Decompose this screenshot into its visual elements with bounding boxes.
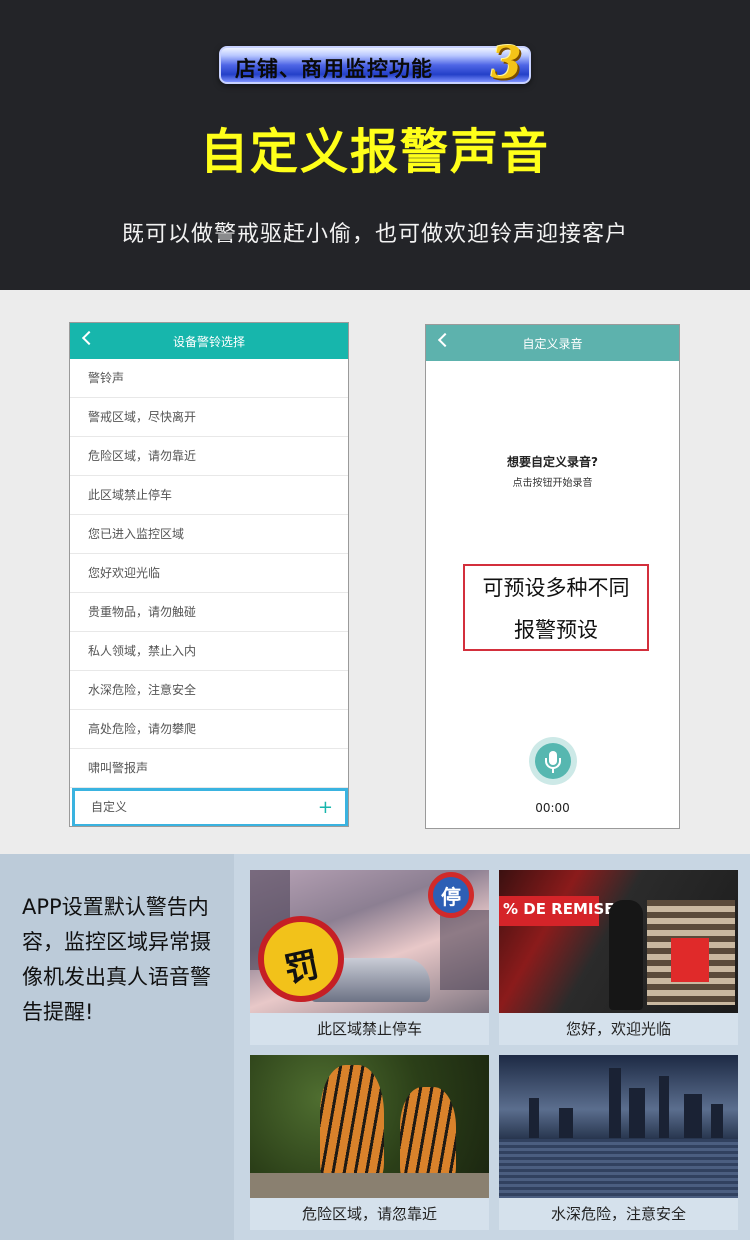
- alarm-option[interactable]: 啸叫警报声: [70, 749, 348, 788]
- alarm-select-header: 设备警铃选择: [70, 323, 348, 359]
- alarm-option[interactable]: 警戒区域，尽快离开: [70, 398, 348, 437]
- building-shape: [559, 1108, 573, 1138]
- alarm-option[interactable]: 您好欢迎光临: [70, 554, 348, 593]
- scene-caption: 危险区域，请忽靠近: [250, 1198, 489, 1230]
- scene-tile-danger-zone: 危险区域，请忽靠近: [250, 1055, 489, 1230]
- alarm-select-screen: 设备警铃选择 警铃声 警戒区域，尽快离开 危险区域，请勿靠近 此区域禁止停车 您…: [69, 322, 349, 827]
- alarm-option[interactable]: 贵重物品，请勿触碰: [70, 593, 348, 632]
- scene-caption: 您好，欢迎光临: [499, 1013, 738, 1045]
- feature-badge-number: 3: [491, 38, 522, 89]
- custom-recording-screen: 自定义录音 想要自定义录音? 点击按钮开始录音 可预设多种不同 报警预设 00:…: [425, 324, 680, 829]
- page-subtitle: 既可以做警戒驱赶小偷，也可做欢迎铃声迎接客户: [121, 222, 628, 247]
- person-silhouette: [609, 900, 643, 1010]
- building-shape: [529, 1098, 539, 1138]
- scene-tile-deep-water: 水深危险，注意安全: [499, 1055, 738, 1230]
- scene-caption: 此区域禁止停车: [250, 1013, 489, 1045]
- building-shape: [711, 1104, 723, 1138]
- record-button-inner: [535, 743, 571, 779]
- description-panel: APP设置默认警告内容，监控区域异常摄像机发出真人语音警告提醒!: [0, 854, 234, 1240]
- building-shape: [440, 910, 489, 990]
- fine-stamp-glyph: 罚: [280, 944, 323, 992]
- alarm-option[interactable]: 警铃声: [70, 359, 348, 398]
- alarm-list: 警铃声 警戒区域，尽快离开 危险区域，请勿靠近 此区域禁止停车 您已进入监控区域…: [70, 359, 348, 826]
- water-surface: [499, 1139, 738, 1198]
- building-shape: [609, 1068, 621, 1138]
- alarm-option[interactable]: 危险区域，请勿靠近: [70, 437, 348, 476]
- rock-ground: [250, 1173, 489, 1198]
- store-banner: % DE REMISE: [499, 896, 615, 926]
- hero-banner: 店铺、商用监控功能 3 自定义报警声音 既可以做警戒驱赶小偷，也可做欢迎铃声迎接…: [0, 0, 750, 290]
- recording-prompt-title: 想要自定义录音?: [507, 455, 598, 469]
- no-parking-sign-glyph: 停: [441, 885, 461, 909]
- alarm-option[interactable]: 您已进入监控区域: [70, 515, 348, 554]
- building-shape: [659, 1076, 669, 1138]
- tiger-shape: [320, 1065, 384, 1187]
- scene-tile-welcome: % DE REMISE 您好，欢迎光临: [499, 870, 738, 1045]
- voice-warning-section: APP设置默认警告内容，监控区域异常摄像机发出真人语音警告提醒! 停 罚 此区域…: [0, 854, 750, 1240]
- scene-tile-no-parking: 停 罚 此区域禁止停车: [250, 870, 489, 1045]
- scene-caption: 水深危险，注意安全: [499, 1198, 738, 1230]
- alarm-option[interactable]: 私人领域，禁止入内: [70, 632, 348, 671]
- record-button[interactable]: [529, 737, 577, 785]
- recording-timer: 00:00: [535, 801, 570, 815]
- custom-alarm-option[interactable]: 自定义 +: [72, 788, 348, 826]
- building-shape: [629, 1088, 645, 1138]
- feature-badge: 店铺、商用监控功能 3: [219, 38, 531, 89]
- recording-title: 自定义录音: [522, 337, 583, 351]
- store-scene-image: % DE REMISE: [499, 870, 738, 1013]
- preset-callout-line1: 可预设多种不同: [482, 576, 630, 600]
- street-scene-image: 停 罚: [250, 870, 489, 1013]
- sale-sign-shape: [671, 938, 709, 982]
- city-water-scene-image: [499, 1055, 738, 1198]
- alarm-option[interactable]: 水深危险，注意安全: [70, 671, 348, 710]
- alarm-option[interactable]: 高处危险，请勿攀爬: [70, 710, 348, 749]
- feature-badge-text: 店铺、商用监控功能: [235, 57, 433, 81]
- alarm-option[interactable]: 此区域禁止停车: [70, 476, 348, 515]
- plus-icon[interactable]: +: [318, 791, 333, 824]
- building-shape: [684, 1094, 702, 1138]
- custom-alarm-label: 自定义: [91, 800, 128, 814]
- feature-description: APP设置默认警告内容，监控区域异常摄像机发出真人语音警告提醒!: [22, 895, 211, 1024]
- preset-callout-line2: 报警预设: [514, 618, 598, 642]
- recording-prompt-subtitle: 点击按钮开始录音: [512, 478, 593, 489]
- no-parking-sign-icon: 停: [428, 872, 474, 918]
- microphone-icon: [545, 751, 561, 773]
- alarm-select-title: 设备警铃选择: [172, 335, 245, 349]
- tiger-shape: [400, 1087, 456, 1187]
- store-banner-text: % DE REMISE: [503, 900, 615, 918]
- page-title: 自定义报警声音: [199, 124, 550, 180]
- fine-stamp-icon: 罚: [258, 916, 344, 1002]
- preset-callout: 可预设多种不同 报警预设: [463, 564, 649, 651]
- tiger-scene-image: [250, 1055, 489, 1198]
- recording-header: 自定义录音: [426, 325, 679, 361]
